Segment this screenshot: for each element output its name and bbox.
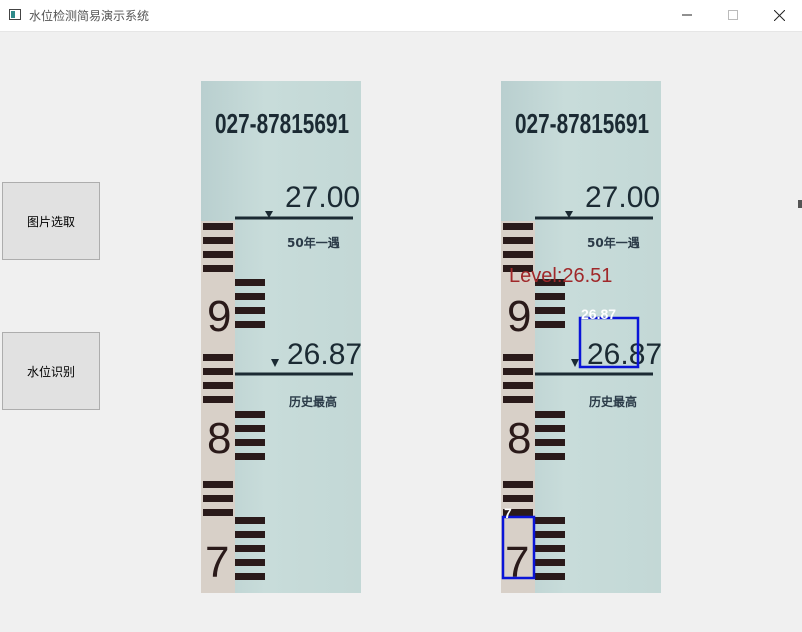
title-bar: 水位检测简易演示系统 bbox=[0, 0, 802, 32]
close-icon bbox=[774, 10, 785, 21]
water-level-result: Level:26.51 bbox=[509, 265, 612, 287]
gauge-mark-upper-note: 50年一遇 bbox=[287, 235, 340, 250]
original-image: 9 8 7 027-87815691 27.00 50年一遇 26.87 历史最… bbox=[201, 81, 361, 593]
recognize-water-level-button[interactable]: 水位识别 bbox=[2, 332, 100, 410]
gauge-digit-9: 9 bbox=[507, 292, 531, 341]
gauge-digit-8: 8 bbox=[207, 414, 231, 463]
gauge-mark-lower: 26.87 bbox=[287, 338, 361, 371]
gauge-mark-upper-note: 50年一遇 bbox=[587, 235, 640, 250]
select-image-button[interactable]: 图片选取 bbox=[2, 182, 100, 260]
app-icon bbox=[9, 9, 21, 20]
gauge-digit-7: 7 bbox=[205, 538, 229, 587]
detection-label-7: 7 bbox=[504, 505, 512, 521]
gauge-phone: 027-87815691 bbox=[515, 108, 649, 139]
minimize-button[interactable] bbox=[664, 0, 710, 31]
gauge-digit-9: 9 bbox=[207, 292, 231, 341]
window-edge-marker bbox=[798, 200, 802, 208]
close-button[interactable] bbox=[756, 0, 802, 31]
window-title: 水位检测简易演示系统 bbox=[29, 9, 150, 23]
gauge-mark-upper: 27.00 bbox=[285, 181, 360, 214]
gauge-mark-lower-note: 历史最高 bbox=[289, 394, 337, 409]
detection-label-26-87: 26.87 bbox=[581, 306, 616, 322]
gauge-digit-7: 7 bbox=[505, 538, 529, 587]
gauge-mark-upper: 27.00 bbox=[585, 181, 660, 214]
gauge-digit-8: 8 bbox=[507, 414, 531, 463]
minimize-icon bbox=[682, 14, 692, 16]
gauge-phone: 027-87815691 bbox=[215, 108, 349, 139]
ruler-stripes-right bbox=[235, 279, 265, 580]
maximize-button[interactable] bbox=[710, 0, 756, 31]
maximize-icon bbox=[728, 10, 738, 20]
result-image: 9 8 7 027-87815691 27.00 50年一遇 26.87 历史最… bbox=[501, 81, 661, 593]
gauge-mark-lower-note: 历史最高 bbox=[589, 394, 637, 409]
